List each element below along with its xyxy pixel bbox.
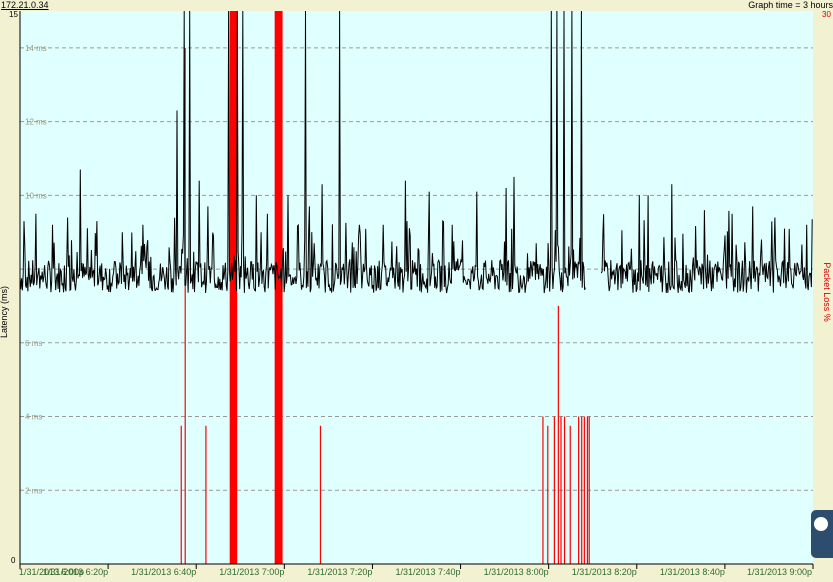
- panel-toggle-icon: [814, 517, 828, 531]
- y-tick-label: 10 ms: [25, 191, 47, 200]
- plot-area: [20, 11, 813, 564]
- side-panel-tab[interactable]: [811, 510, 833, 558]
- y-tick-label: 12 ms: [25, 118, 47, 127]
- x-tick-label: 1/31/2013 7:40p: [395, 567, 460, 577]
- y-tick-label: 4 ms: [25, 413, 42, 422]
- x-tick-label: 1/31/2013 8:40p: [660, 567, 725, 577]
- x-tick-label: 1/31/2013 7:00p: [219, 567, 284, 577]
- x-tick-label: 1/31/2013 6:20p: [43, 567, 108, 577]
- x-tick-label: 1/31/2013 7:20p: [307, 567, 372, 577]
- x-tick-label: 1/31/2013 8:00p: [484, 567, 549, 577]
- x-tick-label: 1/31/2013 6:40p: [131, 567, 196, 577]
- x-tick-label: 1/31/2013 9:00p: [747, 567, 812, 577]
- y-tick-label: 6 ms: [25, 339, 42, 348]
- y-tick-label: 2 ms: [25, 486, 42, 495]
- latency-chart: 14 ms 12 ms 10 ms 6 ms 4 ms 2 ms 1/31/2013 6:…: [19, 10, 814, 577]
- x-tick-label: 1/31/2013 8:20p: [572, 567, 637, 577]
- y-tick-label: 14 ms: [25, 44, 47, 53]
